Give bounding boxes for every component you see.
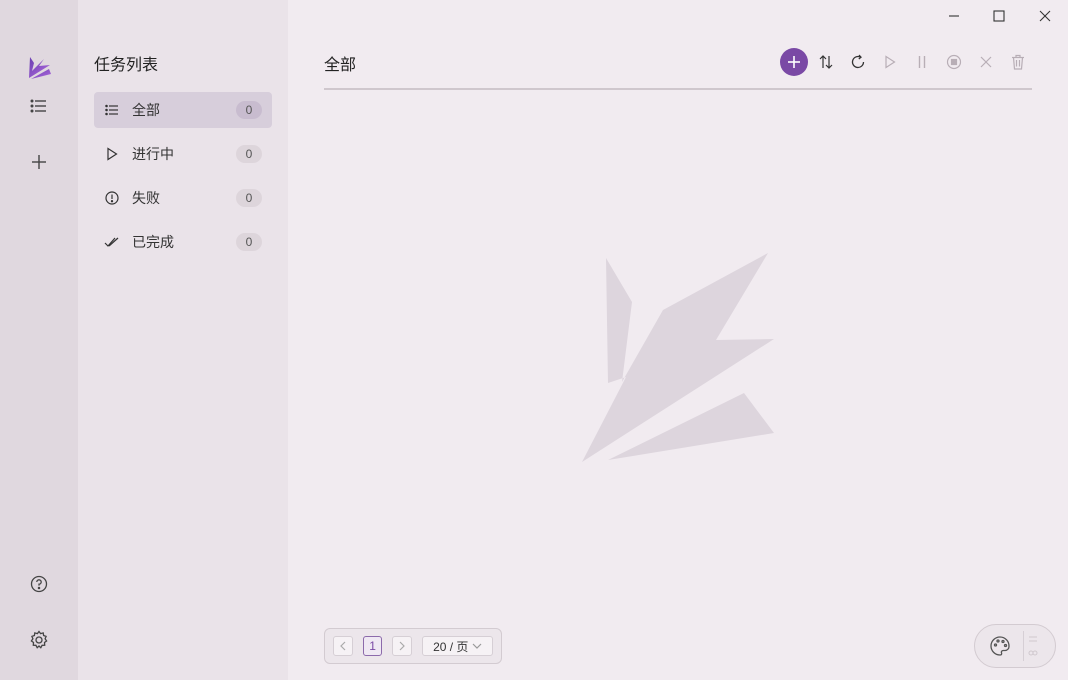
double-check-icon [104, 234, 120, 250]
app-logo-icon [24, 52, 54, 82]
task-sidebar: 任务列表 全部 0 进行中 0 失败 0 已完成 0 [78, 0, 288, 680]
count-badge: 0 [236, 101, 262, 119]
expand-handle-icon [1028, 636, 1038, 656]
delete-trash-icon[interactable] [1004, 48, 1032, 76]
sidebar-item-label: 已完成 [132, 234, 174, 250]
nav-rail [0, 0, 78, 680]
sort-icon[interactable] [812, 48, 840, 76]
task-list-icon[interactable] [24, 91, 54, 121]
count-badge: 0 [236, 233, 262, 251]
maximize-icon[interactable] [987, 4, 1011, 28]
add-task-button[interactable] [780, 48, 808, 76]
pagination: 1 20 / 页 [324, 628, 502, 664]
close-icon[interactable] [1033, 4, 1057, 28]
next-page-button[interactable] [392, 636, 413, 656]
start-icon[interactable] [876, 48, 904, 76]
refresh-icon[interactable] [844, 48, 872, 76]
page-title: 全部 [324, 57, 357, 74]
sidebar-item-label: 全部 [132, 102, 160, 118]
cancel-icon[interactable] [972, 48, 1000, 76]
header-divider [324, 88, 1032, 90]
page-size-value: 20 / 页 [433, 639, 469, 654]
add-task-icon[interactable] [24, 147, 54, 177]
theme-divider [1023, 631, 1024, 661]
count-badge: 0 [236, 189, 262, 207]
sidebar-item-failed[interactable]: 失败 0 [94, 180, 272, 216]
minimize-icon[interactable] [942, 4, 966, 28]
sidebar-item-in-progress[interactable]: 进行中 0 [94, 136, 272, 172]
chevron-down-icon [472, 642, 482, 650]
palette-icon [989, 635, 1011, 657]
theme-switcher-button[interactable] [974, 624, 1056, 668]
sidebar-item-label: 进行中 [132, 146, 174, 162]
stop-icon[interactable] [940, 48, 968, 76]
page-number-button[interactable]: 1 [362, 636, 383, 656]
sidebar-item-completed[interactable]: 已完成 0 [94, 224, 272, 260]
pause-icon[interactable] [908, 48, 936, 76]
page-size-select[interactable]: 20 / 页 [422, 636, 494, 656]
empty-state-logo-icon [578, 250, 778, 465]
help-icon[interactable] [24, 569, 54, 599]
sidebar-item-label: 失败 [132, 190, 160, 206]
list-icon [104, 102, 120, 118]
sidebar-item-all[interactable]: 全部 0 [94, 92, 272, 128]
settings-gear-icon[interactable] [24, 625, 54, 655]
sidebar-title: 任务列表 [94, 57, 159, 74]
count-badge: 0 [236, 145, 262, 163]
task-toolbar [780, 48, 1036, 76]
prev-page-button[interactable] [333, 636, 353, 656]
play-icon [104, 146, 120, 162]
alert-circle-icon [104, 190, 120, 206]
